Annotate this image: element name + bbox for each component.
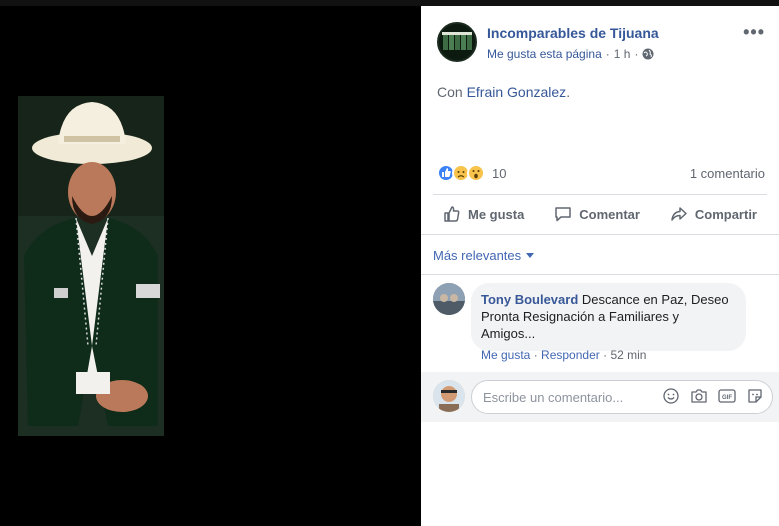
comment-author[interactable]: Tony Boulevard <box>481 292 578 307</box>
globe-icon <box>642 48 654 60</box>
divider <box>433 194 767 195</box>
comment-button-label: Comentar <box>579 206 640 222</box>
meta-dot: · <box>634 47 639 61</box>
svg-text:GIF: GIF <box>722 395 732 401</box>
user-avatar <box>433 380 465 412</box>
meta-dot: · <box>603 348 608 362</box>
divider <box>421 234 779 235</box>
comment-count[interactable]: 1 comentario <box>690 166 765 181</box>
share-icon <box>671 207 687 221</box>
post-meta: Me gusta esta página · 1 h · <box>487 47 654 61</box>
photo-area[interactable] <box>0 6 421 526</box>
reaction-count[interactable]: 10 <box>492 166 506 181</box>
user-photo-icon <box>433 380 465 412</box>
tagged-person-link[interactable]: Efrain Gonzalez <box>467 84 567 100</box>
thumbs-up-glyph <box>442 168 451 177</box>
meta-dot: · <box>533 348 538 362</box>
like-button[interactable]: Me gusta <box>433 201 534 227</box>
comment-time[interactable]: 52 min <box>610 348 646 362</box>
page-avatar[interactable] <box>437 22 477 62</box>
post-text-suffix: . <box>566 84 571 100</box>
post-text: Con Efrain Gonzalez. <box>437 84 570 100</box>
photo-illustration <box>18 96 164 436</box>
like-page-link[interactable]: Me gusta esta página <box>487 47 602 61</box>
comment-filter-label: Más relevantes <box>433 248 522 263</box>
reactions-summary[interactable]: 10 <box>437 163 506 183</box>
camera-icon[interactable] <box>690 387 708 405</box>
post-photo[interactable] <box>18 96 164 436</box>
wow-icon <box>467 164 485 182</box>
post-actions: Me gusta Comentar Compartir <box>433 196 767 232</box>
comment-input[interactable]: Escribe un comentario... GIF <box>471 380 773 414</box>
emoji-icon[interactable] <box>662 387 680 405</box>
photo-viewer: Incomparables de Tijuana Me gusta esta p… <box>0 0 779 526</box>
meta-dot: · <box>605 47 610 61</box>
gif-icon[interactable]: GIF <box>718 387 736 405</box>
share-button[interactable]: Compartir <box>660 201 767 227</box>
thumbs-up-icon <box>444 206 460 222</box>
comment-icon <box>555 207 572 222</box>
comment-input-placeholder: Escribe un comentario... <box>483 389 624 405</box>
sad-face-glyph <box>457 171 465 178</box>
composer-icons: GIF <box>662 387 764 405</box>
wow-face-glyph <box>472 170 480 179</box>
share-button-label: Compartir <box>694 206 757 222</box>
commenter-avatar[interactable] <box>433 283 465 315</box>
caret-down-icon <box>526 252 535 258</box>
band-photo-icon <box>439 24 475 60</box>
comment-meta: Me gusta · Responder · 52 min <box>481 348 646 362</box>
post-header: Incomparables de Tijuana Me gusta esta p… <box>421 6 779 70</box>
like-button-label: Me gusta <box>468 206 525 222</box>
page-name[interactable]: Incomparables de Tijuana <box>487 25 659 41</box>
post-text-prefix: Con <box>437 84 467 100</box>
comment-bubble: Tony Boulevard Descance en Paz, Deseo Pr… <box>471 283 746 351</box>
comment-reply-link[interactable]: Responder <box>541 348 600 362</box>
sticker-icon[interactable] <box>746 387 764 405</box>
comment-like-link[interactable]: Me gusta <box>481 348 530 362</box>
commenter-photo-icon <box>433 283 465 315</box>
divider <box>421 274 779 275</box>
post-panel: Incomparables de Tijuana Me gusta esta p… <box>421 6 779 526</box>
more-options-icon[interactable]: ••• <box>743 22 765 43</box>
comment-button[interactable]: Comentar <box>544 201 650 227</box>
post-time[interactable]: 1 h <box>614 47 631 61</box>
comment-filter-dropdown[interactable]: Más relevantes <box>433 248 535 263</box>
